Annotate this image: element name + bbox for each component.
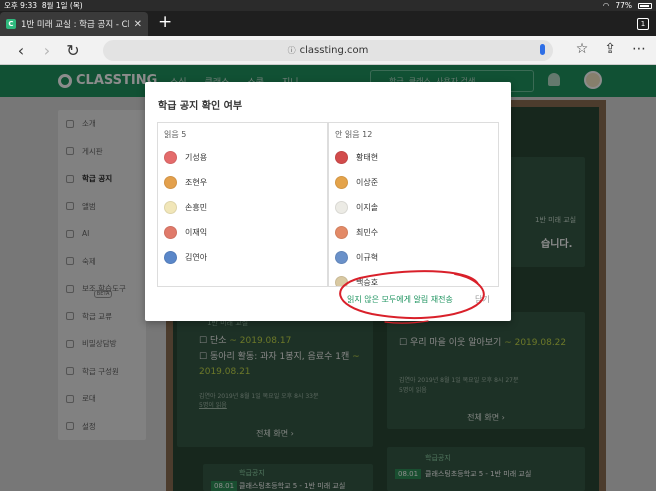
student-avatar-icon <box>335 226 348 239</box>
read-student-row: 손흥민 <box>164 201 207 214</box>
unread-student-row: 이상준 <box>335 176 378 189</box>
read-list-header: 읽음 5 <box>164 130 187 139</box>
share-icon[interactable]: ⇪ <box>604 41 616 57</box>
student-name: 손흥민 <box>185 203 208 212</box>
bookmark-star-icon[interactable]: ☆ <box>576 41 589 57</box>
read-student-row: 김연아 <box>164 251 207 264</box>
site-info-icon: ⓘ <box>287 46 296 55</box>
student-avatar-icon <box>335 201 348 214</box>
unread-student-row: 이지솔 <box>335 201 378 214</box>
student-name: 김연아 <box>185 253 208 262</box>
tab-title: 1반 미래 교실 : 학급 공지 - Classting <box>21 20 129 30</box>
close-tab-icon[interactable]: ✕ <box>134 19 142 30</box>
student-avatar-icon <box>335 276 348 286</box>
student-name: 기성용 <box>185 153 208 162</box>
mic-icon[interactable] <box>540 44 545 55</box>
status-bar: 오후 9:33 8월 1일 (목) ◠ 77% <box>0 0 656 11</box>
unread-student-row: 이규혁 <box>335 251 378 264</box>
modal-title: 학급 공지 확인 여부 <box>158 101 243 112</box>
student-avatar-icon <box>335 251 348 264</box>
status-date: 8월 1일 (목) <box>41 1 83 10</box>
unread-list[interactable]: 안 읽음 12 황태현이상준이지솔최민수이규혁백승호 <box>328 122 499 287</box>
tab-count-button[interactable]: 1 <box>637 18 649 30</box>
read-student-row: 이재익 <box>164 226 207 239</box>
forward-icon[interactable]: › <box>34 41 60 60</box>
resend-notification-button[interactable]: 읽지 않은 모두에게 알림 재전송 <box>347 294 453 305</box>
student-name: 이지솔 <box>356 203 379 212</box>
battery-icon <box>638 2 652 9</box>
student-name: 백승호 <box>356 278 379 287</box>
new-tab-icon[interactable]: + <box>158 12 172 32</box>
wifi-icon: ◠ <box>602 1 610 10</box>
more-icon[interactable]: ⋯ <box>632 41 646 57</box>
student-name: 이상준 <box>356 178 379 187</box>
address-bar[interactable]: ⓘ classting.com <box>103 40 553 61</box>
student-avatar-icon <box>164 176 177 189</box>
student-name: 최민수 <box>356 228 379 237</box>
close-button[interactable]: 닫기 <box>475 294 490 305</box>
student-avatar-icon <box>164 251 177 264</box>
read-student-row: 기성용 <box>164 151 207 164</box>
unread-student-row: 최민수 <box>335 226 378 239</box>
classting-favicon-icon: C <box>6 19 16 29</box>
student-name: 이규혁 <box>356 253 379 262</box>
student-avatar-icon <box>164 226 177 239</box>
browser-tab[interactable]: C 1반 미래 교실 : 학급 공지 - Classting ✕ <box>0 12 148 36</box>
tab-bar: C 1반 미래 교실 : 학급 공지 - Classting ✕ + 1 <box>0 11 656 36</box>
student-name: 조현우 <box>185 178 208 187</box>
student-avatar-icon <box>335 176 348 189</box>
student-name: 황태현 <box>356 153 379 162</box>
battery-percent: 77% <box>615 1 632 10</box>
reload-icon[interactable]: ↻ <box>60 41 86 60</box>
unread-student-row: 황태현 <box>335 151 378 164</box>
navigation-bar: ‹ › ↻ ⓘ classting.com ☆ ⇪ ⋯ <box>0 36 656 65</box>
read-status-modal: 학급 공지 확인 여부 읽음 5 기성용조현우손흥민이재익김연아 안 읽음 12… <box>145 82 511 321</box>
student-avatar-icon <box>164 151 177 164</box>
unread-student-row: 백승호 <box>335 276 379 287</box>
student-avatar-icon <box>164 201 177 214</box>
status-time: 오후 9:33 <box>4 1 38 10</box>
read-student-row: 조현우 <box>164 176 207 189</box>
screen: 오후 9:33 8월 1일 (목) ◠ 77% C 1반 미래 교실 : 학급 … <box>0 0 656 491</box>
back-icon[interactable]: ‹ <box>8 41 34 60</box>
student-name: 이재익 <box>185 228 208 237</box>
url-text: classting.com <box>299 45 369 56</box>
unread-list-header: 안 읽음 12 <box>335 130 373 139</box>
student-avatar-icon <box>335 151 348 164</box>
read-list: 읽음 5 기성용조현우손흥민이재익김연아 <box>157 122 328 287</box>
